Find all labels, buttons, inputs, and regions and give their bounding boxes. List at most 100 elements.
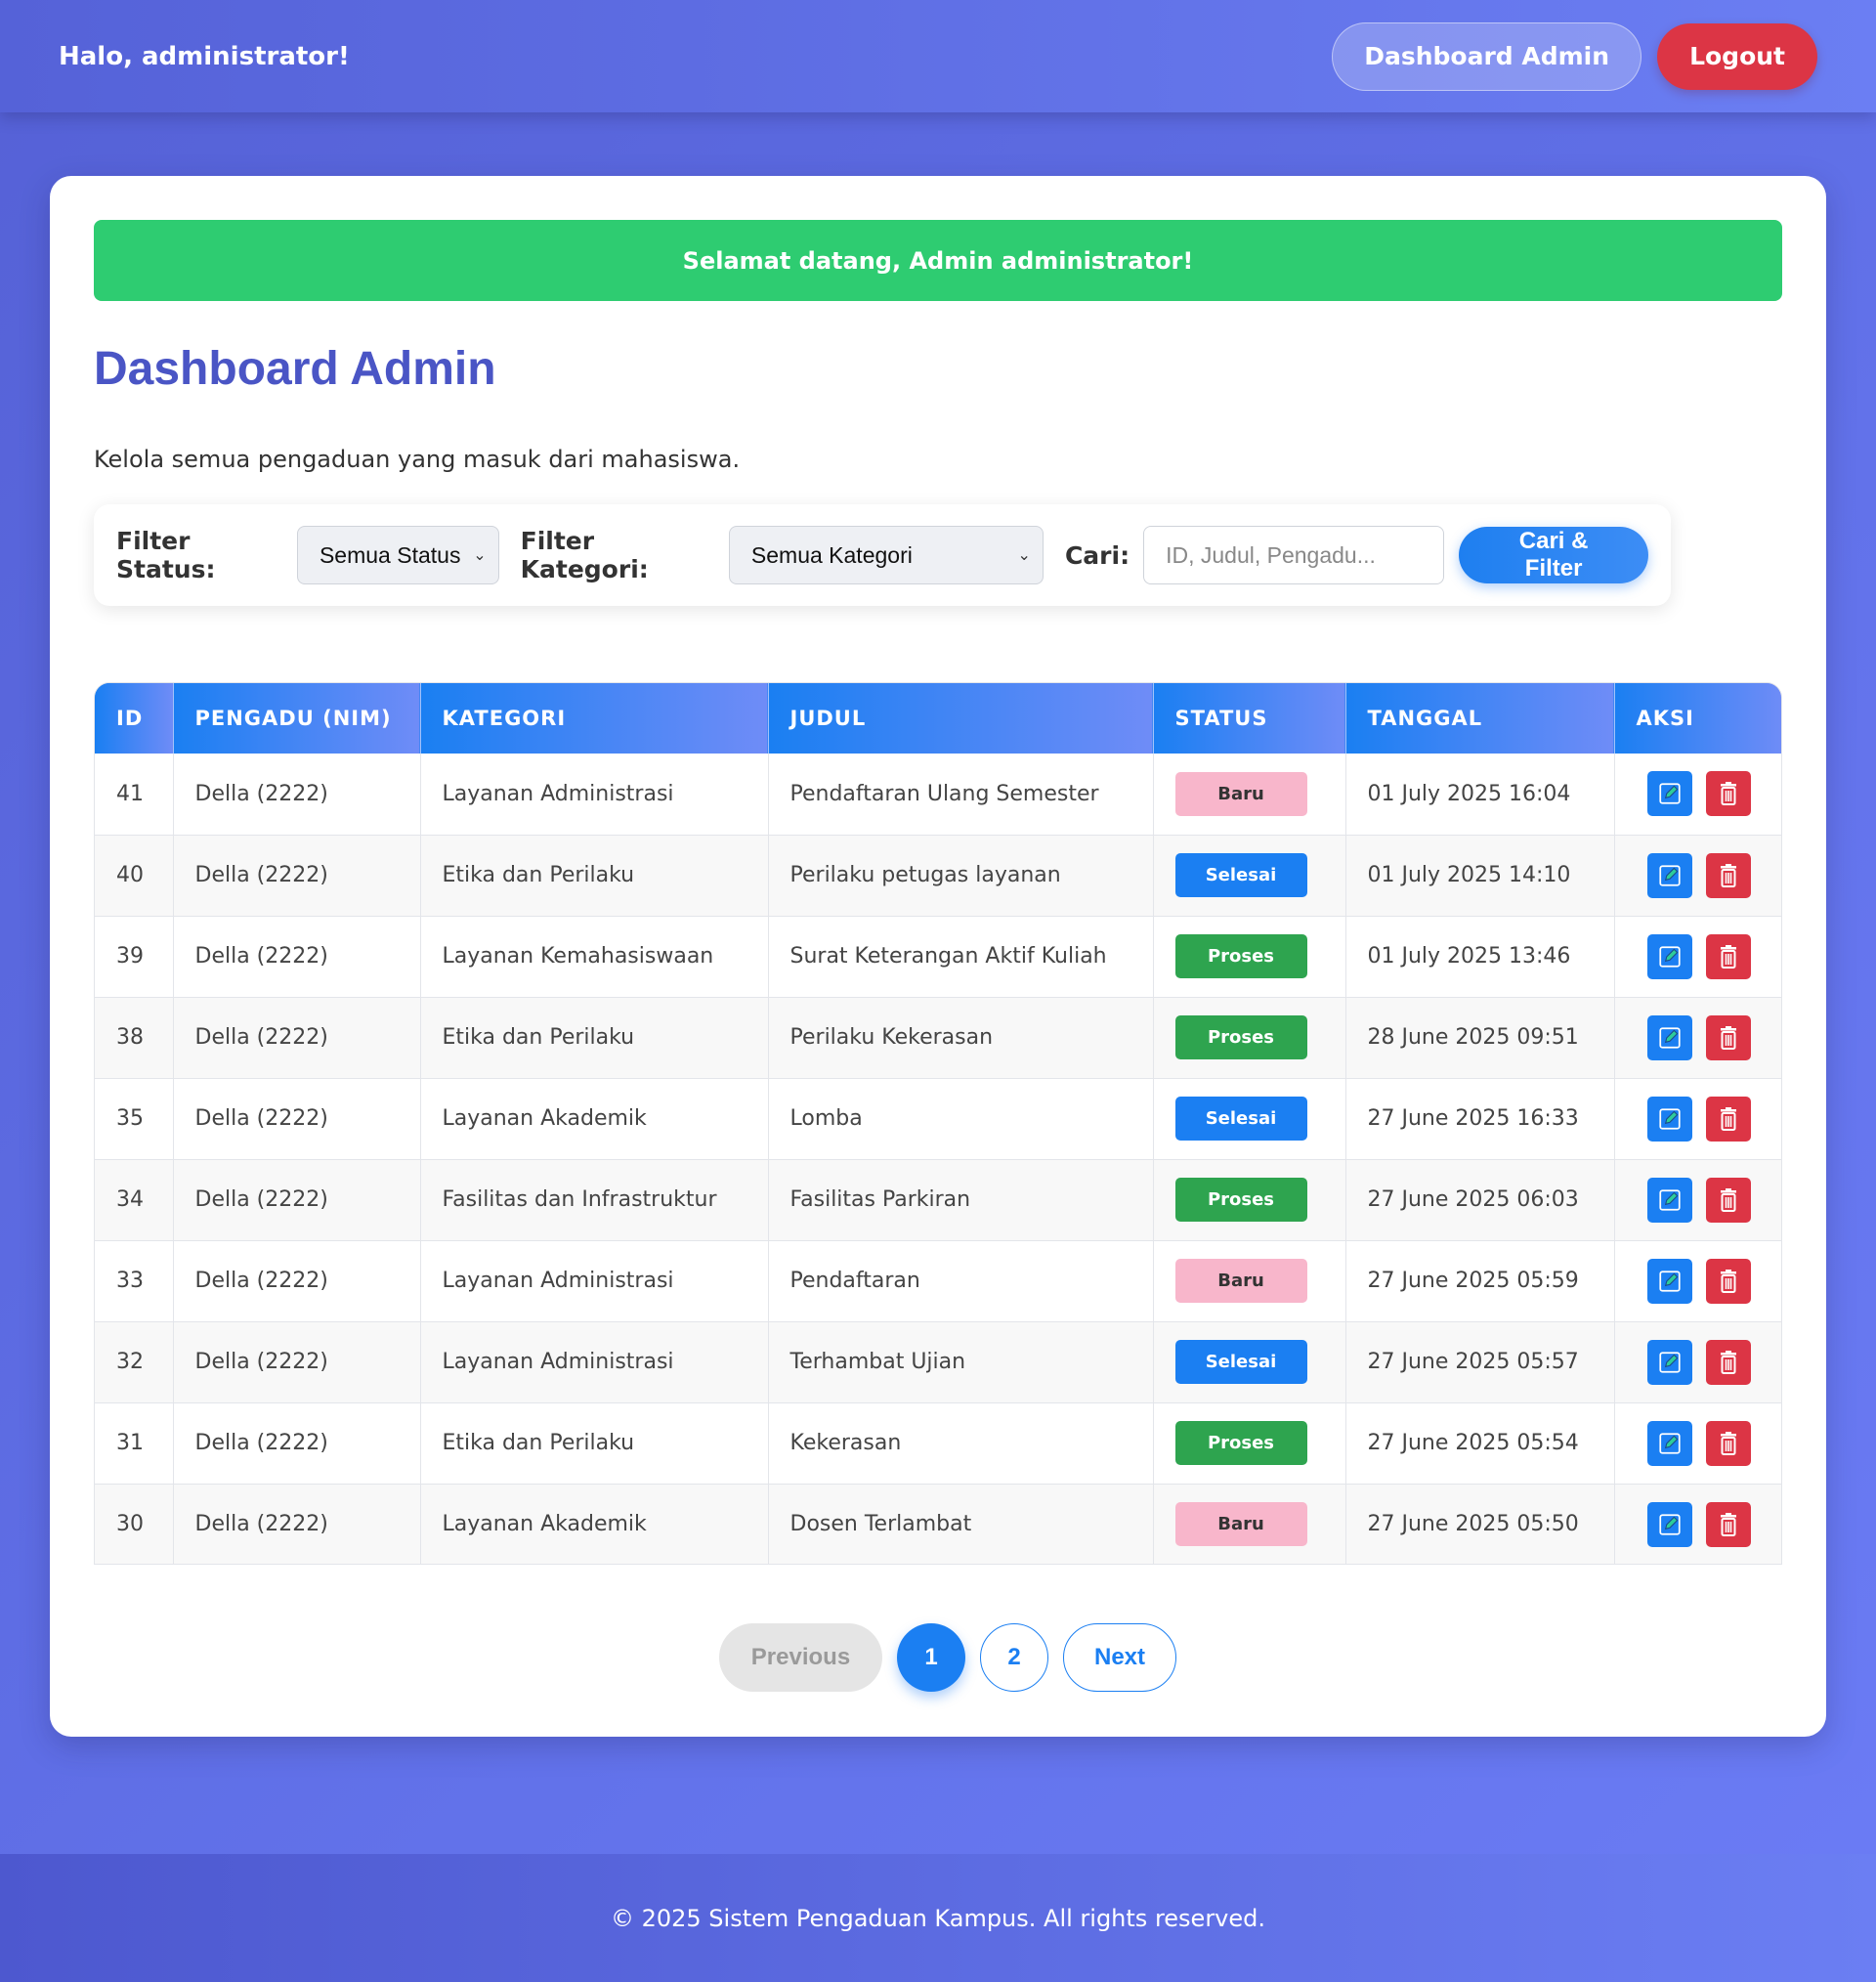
table-row: 30 Della (2222) Layanan Akademik Dosen Terl… xyxy=(95,1484,1781,1564)
cell-pengadu: Della (2222) xyxy=(173,1402,421,1485)
cell-status: Proses xyxy=(1153,997,1346,1079)
dashboard-admin-button[interactable]: Dashboard Admin xyxy=(1332,22,1642,91)
edit-icon[interactable] xyxy=(1646,852,1692,898)
page-2-button[interactable]: 2 xyxy=(980,1623,1048,1692)
column-header-tanggal[interactable]: TANGGAL xyxy=(1345,683,1615,754)
logout-button[interactable]: Logout xyxy=(1657,22,1817,90)
cell-tanggal: 27 June 2025 16:33 xyxy=(1345,1078,1615,1160)
edit-icon[interactable] xyxy=(1646,1014,1692,1060)
top-actions: Dashboard Admin Logout xyxy=(1332,22,1817,91)
edit-icon[interactable] xyxy=(1646,1339,1692,1385)
cell-kategori: Etika dan Perilaku xyxy=(420,1402,769,1485)
cell-id: 35 xyxy=(95,1078,174,1160)
column-header-pengadu[interactable]: PENGADU (NIM) xyxy=(173,683,421,754)
status-select[interactable]: Semua Status ⌄ xyxy=(296,526,499,584)
chevron-down-icon: ⌄ xyxy=(1017,547,1031,564)
kategori-select[interactable]: Semua Kategori ⌄ xyxy=(728,526,1044,584)
trash-icon[interactable] xyxy=(1705,933,1751,979)
cell-aksi xyxy=(1614,1402,1781,1485)
trash-icon[interactable] xyxy=(1705,1258,1751,1304)
status-badge: Proses xyxy=(1174,1421,1307,1465)
page-subtitle: Kelola semua pengaduan yang masuk dari m… xyxy=(94,446,741,473)
welcome-alert: Selamat datang, Admin administrator! xyxy=(94,220,1782,301)
cell-tanggal: 01 July 2025 13:46 xyxy=(1345,916,1615,998)
status-filter-label: Filter Status: xyxy=(116,527,216,583)
page-1-button[interactable]: 1 xyxy=(897,1623,965,1692)
cell-id: 32 xyxy=(95,1321,174,1403)
cell-kategori: Etika dan Perilaku xyxy=(420,997,769,1079)
search-input[interactable]: ID, Judul, Pengadu... xyxy=(1143,526,1445,584)
trash-icon[interactable] xyxy=(1705,1420,1751,1466)
cell-tanggal: 01 July 2025 14:10 xyxy=(1345,835,1615,917)
cell-id: 40 xyxy=(95,835,174,917)
edit-icon[interactable] xyxy=(1646,1177,1692,1223)
cell-status: Baru xyxy=(1153,1240,1346,1322)
column-header-kategori[interactable]: KATEGORI xyxy=(420,683,769,754)
cell-tanggal: 27 June 2025 05:50 xyxy=(1345,1484,1615,1564)
table-row: 39 Della (2222) Layanan Kemahasiswaan Surat… xyxy=(95,916,1781,998)
status-badge: Baru xyxy=(1174,1502,1307,1546)
column-header-judul[interactable]: JUDUL xyxy=(768,683,1154,754)
cell-status: Proses xyxy=(1153,1402,1346,1485)
trash-icon[interactable] xyxy=(1705,1501,1751,1547)
cell-id: 41 xyxy=(95,754,174,836)
cell-kategori: Layanan Akademik xyxy=(420,1078,769,1160)
cell-status: Selesai xyxy=(1153,1078,1346,1160)
cell-aksi xyxy=(1614,997,1781,1079)
cell-id: 38 xyxy=(95,997,174,1079)
edit-icon[interactable] xyxy=(1646,1096,1692,1142)
cell-status: Proses xyxy=(1153,1159,1346,1241)
cell-judul: Surat Keterangan Aktif Kuliah xyxy=(768,916,1154,998)
edit-icon[interactable] xyxy=(1646,933,1692,979)
table-row: 32 Della (2222) Layanan Administrasi Terham… xyxy=(95,1321,1781,1403)
search-filter-button[interactable]: Cari & Filter xyxy=(1459,527,1648,583)
cell-tanggal: 27 June 2025 05:59 xyxy=(1345,1240,1615,1322)
status-badge: Selesai xyxy=(1174,1340,1307,1384)
cell-aksi xyxy=(1614,1484,1781,1564)
cell-tanggal: 28 June 2025 09:51 xyxy=(1345,997,1615,1079)
main-card: Selamat datang, Admin administrator! Das… xyxy=(50,176,1826,1737)
cell-aksi xyxy=(1614,1078,1781,1160)
status-badge: Proses xyxy=(1174,934,1307,978)
table-row: 38 Della (2222) Etika dan Perilaku Perilaku… xyxy=(95,997,1781,1079)
cell-judul: Kekerasan xyxy=(768,1402,1154,1485)
edit-icon[interactable] xyxy=(1646,1501,1692,1547)
cell-id: 30 xyxy=(95,1484,174,1564)
cell-pengadu: Della (2222) xyxy=(173,754,421,836)
cell-pengadu: Della (2222) xyxy=(173,1159,421,1241)
next-page-button[interactable]: Next xyxy=(1063,1623,1176,1692)
status-badge: Baru xyxy=(1174,771,1307,816)
edit-icon[interactable] xyxy=(1646,1420,1692,1466)
trash-icon[interactable] xyxy=(1705,1177,1751,1223)
cell-aksi xyxy=(1614,1321,1781,1403)
cell-aksi xyxy=(1614,1240,1781,1322)
status-badge: Selesai xyxy=(1174,1097,1307,1141)
status-badge: Selesai xyxy=(1174,853,1307,897)
trash-icon[interactable] xyxy=(1705,771,1751,817)
cell-pengadu: Della (2222) xyxy=(173,835,421,917)
search-placeholder: ID, Judul, Pengadu... xyxy=(1166,541,1376,568)
cell-id: 31 xyxy=(95,1402,174,1485)
cell-status: Proses xyxy=(1153,916,1346,998)
cell-tanggal: 01 July 2025 16:04 xyxy=(1345,754,1615,836)
cell-tanggal: 27 June 2025 05:57 xyxy=(1345,1321,1615,1403)
cell-aksi xyxy=(1614,754,1781,836)
trash-icon[interactable] xyxy=(1705,1014,1751,1060)
trash-icon[interactable] xyxy=(1705,852,1751,898)
cell-judul: Perilaku Kekerasan xyxy=(768,997,1154,1079)
edit-icon[interactable] xyxy=(1646,1258,1692,1304)
edit-icon[interactable] xyxy=(1646,771,1692,817)
cell-id: 34 xyxy=(95,1159,174,1241)
search-label: Cari: xyxy=(1064,540,1130,570)
column-header-id[interactable]: ID xyxy=(95,683,174,754)
status-badge: Baru xyxy=(1174,1259,1307,1303)
cell-kategori: Layanan Administrasi xyxy=(420,1240,769,1322)
trash-icon[interactable] xyxy=(1705,1096,1751,1142)
cell-judul: Pendaftaran xyxy=(768,1240,1154,1322)
trash-icon[interactable] xyxy=(1705,1339,1751,1385)
column-header-status[interactable]: STATUS xyxy=(1153,683,1346,754)
chevron-down-icon: ⌄ xyxy=(473,547,487,564)
previous-page-button[interactable]: Previous xyxy=(719,1623,882,1692)
cell-pengadu: Della (2222) xyxy=(173,916,421,998)
pagination: Previous 1 2 Next xyxy=(50,1623,1826,1692)
